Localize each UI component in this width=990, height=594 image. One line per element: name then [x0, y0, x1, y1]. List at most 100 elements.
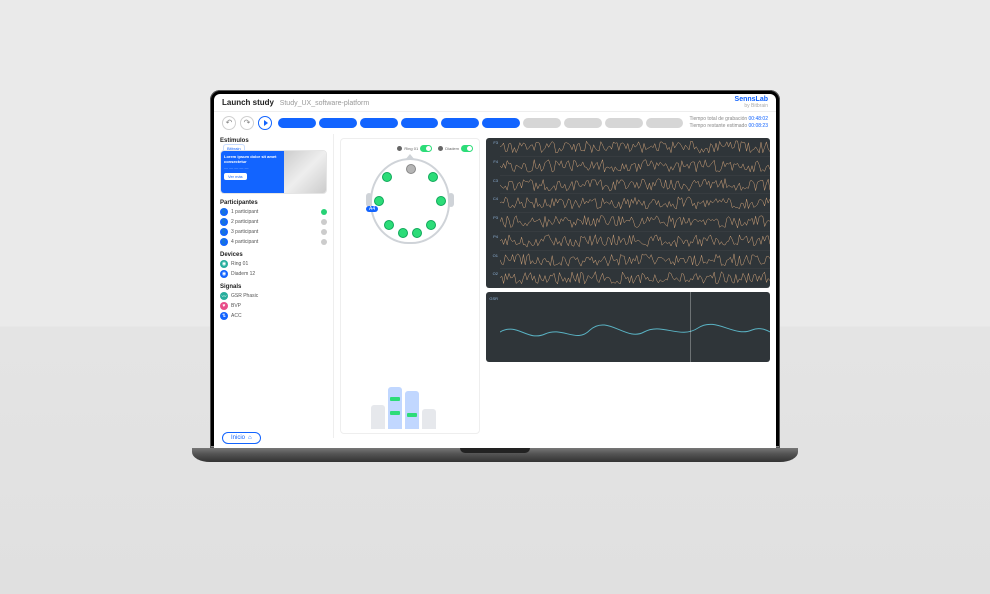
eeg-trace: [500, 176, 770, 194]
timeline-segment[interactable]: [319, 118, 357, 128]
list-item[interactable]: ♥BVP: [220, 302, 327, 310]
legend-dot-icon: [438, 146, 443, 151]
signals-title: Signals: [220, 284, 327, 290]
timeline-segment[interactable]: [605, 118, 643, 128]
device-label: Ring 01: [231, 261, 248, 267]
eeg-channel-label: C3: [486, 178, 498, 183]
timeline-segment[interactable]: [360, 118, 398, 128]
gsr-plot[interactable]: GSR: [486, 292, 770, 362]
electrode[interactable]: [426, 220, 436, 230]
app-header: Launch study Study_UX_software-platform …: [214, 94, 776, 112]
signal-icon: ⇅: [220, 312, 228, 320]
device-icon: ◉: [220, 270, 228, 278]
eeg-channel-label: P3: [486, 215, 498, 220]
signal-icon: 〰: [220, 292, 228, 300]
timeline-segment[interactable]: [646, 118, 684, 128]
eeg-plot[interactable]: F3F4C3C4P3P4O1O2: [486, 138, 770, 288]
status-badge: [321, 229, 327, 235]
legend-label: Ring 01: [404, 146, 418, 151]
toggle-ring[interactable]: [420, 145, 432, 152]
eeg-row: O2: [500, 269, 770, 288]
brand-logo: SennsLab by Bitbrain: [735, 96, 768, 109]
timeline-segment[interactable]: [278, 118, 316, 128]
timeline-segment[interactable]: [441, 118, 479, 128]
list-item[interactable]: ◉Ring 01: [220, 260, 327, 268]
home-icon: ⌂: [248, 435, 252, 441]
time-value-1: 00:48:02: [749, 116, 768, 122]
bar-marker: [407, 413, 417, 417]
legend-item: Ring 01: [397, 145, 432, 152]
electrode[interactable]: [412, 228, 422, 238]
eeg-channel-label: O1: [486, 253, 498, 258]
playhead-line: [690, 292, 691, 362]
user-icon: 👤: [220, 218, 228, 226]
participant-label: 3 participant: [231, 229, 258, 235]
timeline-segment[interactable]: [523, 118, 561, 128]
stimulus-image: [284, 151, 326, 193]
list-item[interactable]: 👤2 participant: [220, 218, 327, 226]
list-item[interactable]: ◉Diadem 12: [220, 270, 327, 278]
status-badge: [321, 209, 327, 215]
status-badge: [321, 219, 327, 225]
toolbar: ↶ ↷: [214, 112, 776, 134]
eeg-row: P3: [500, 213, 770, 232]
page-title: Launch study Study_UX_software-platform: [222, 98, 369, 107]
play-button[interactable]: [258, 116, 272, 130]
nose-icon: [405, 154, 415, 160]
electrode[interactable]: [436, 196, 446, 206]
electrode-map: Ring 01 Diadem: [340, 138, 480, 434]
participants-list: 👤1 participant 👤2 participant 👤3 partici…: [220, 208, 327, 246]
signal-panel: F3F4C3C4P3P4O1O2 GSR: [486, 138, 770, 434]
gsr-label: GSR: [486, 296, 498, 301]
footer: Inicio ⌂: [222, 432, 261, 444]
gsr-trace: [500, 292, 770, 362]
eeg-trace: [500, 157, 770, 175]
toggle-diadem[interactable]: [461, 145, 473, 152]
forward-button[interactable]: ↷: [240, 116, 254, 130]
brand-name: SennsLab: [735, 96, 768, 103]
timeline[interactable]: [278, 118, 684, 128]
bar: [371, 405, 385, 429]
timeline-segment[interactable]: [564, 118, 602, 128]
ear-right-icon: [448, 193, 454, 207]
eeg-row: O1: [500, 251, 770, 270]
electrode[interactable]: [428, 172, 438, 182]
brand-sub: by Bitbrain: [735, 103, 768, 109]
electrode[interactable]: [398, 228, 408, 238]
electrode[interactable]: [406, 164, 416, 174]
eeg-channel-label: O2: [486, 271, 498, 276]
playback-buttons: ↶ ↷: [222, 116, 272, 130]
stimulus-cta[interactable]: Ver más: [224, 173, 247, 180]
list-item[interactable]: ⇅ACC: [220, 312, 327, 320]
headmap-legend: Ring 01 Diadem: [345, 143, 475, 152]
home-button[interactable]: Inicio ⌂: [222, 432, 261, 444]
title-main: Launch study: [222, 98, 274, 107]
list-item[interactable]: 👤4 participant: [220, 238, 327, 246]
play-icon: [264, 120, 268, 126]
list-item[interactable]: 👤3 participant: [220, 228, 327, 236]
electrode[interactable]: [374, 196, 384, 206]
legend-item: Diadem: [438, 145, 473, 152]
list-item[interactable]: 👤1 participant: [220, 208, 327, 216]
electrode[interactable]: [384, 220, 394, 230]
device-icon: ◉: [220, 260, 228, 268]
participant-label: 4 participant: [231, 239, 258, 245]
legend-label: Diadem: [445, 146, 459, 151]
bar: [388, 387, 402, 429]
stimulus-text-area: Lorem ipsum dolor sit amet consectetur —…: [221, 151, 284, 193]
list-item[interactable]: 〰GSR Phasic: [220, 292, 327, 300]
timeline-segment[interactable]: [482, 118, 520, 128]
participant-label: 2 participant: [231, 219, 258, 225]
timeline-segment[interactable]: [401, 118, 439, 128]
signal-icon: ♥: [220, 302, 228, 310]
time-value-2: 00:08:23: [749, 123, 768, 129]
electrode[interactable]: [382, 172, 392, 182]
user-icon: 👤: [220, 208, 228, 216]
user-icon: 👤: [220, 238, 228, 246]
device-label: Diadem 12: [231, 271, 255, 277]
stimulus-card[interactable]: Lorem ipsum dolor sit amet consectetur —…: [220, 150, 327, 194]
rewind-button[interactable]: ↶: [222, 116, 236, 130]
eeg-channel-label: F3: [486, 140, 498, 145]
home-label: Inicio: [231, 435, 245, 441]
bar: [422, 409, 436, 429]
